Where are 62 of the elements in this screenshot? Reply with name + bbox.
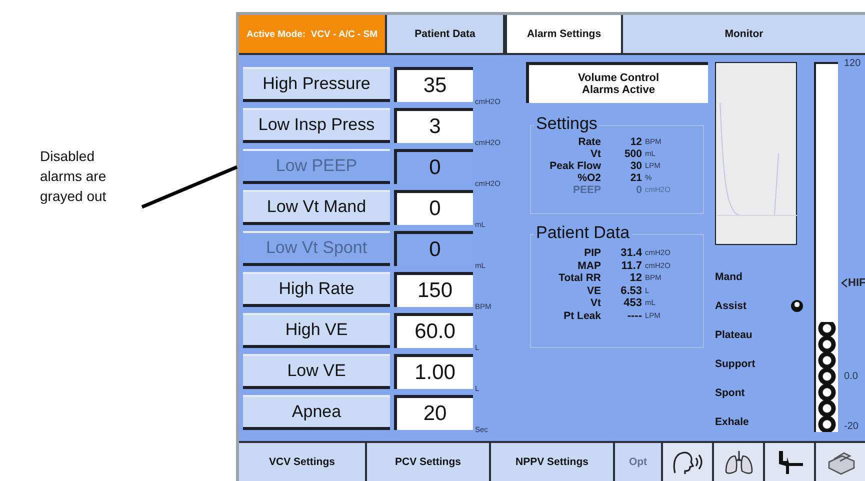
panel-title: Settings (534, 114, 600, 133)
alarm-value-field[interactable]: 60.0 (394, 313, 473, 348)
breath-type-label: Plateau (715, 328, 752, 340)
data-label: Vt (590, 297, 601, 310)
data-value: 11.7 (620, 260, 642, 272)
toolbar-button[interactable] (714, 443, 765, 481)
breath-type-label: Exhale (715, 416, 749, 428)
alarm-value-field[interactable]: 35 (394, 67, 473, 102)
scale-label: -20 (844, 421, 858, 432)
setting-value: 30 (629, 160, 642, 172)
breath-type-label: Spont (715, 386, 745, 398)
settings-tab[interactable]: NPPV Settings (491, 443, 615, 481)
alarm-button[interactable]: Low VE (243, 354, 390, 389)
data-value: 12 (628, 272, 642, 284)
alarm-button[interactable]: High Rate (243, 272, 390, 307)
alarm-value-field[interactable]: 0 (394, 190, 473, 225)
alarm-button[interactable]: Low Insp Press (243, 108, 390, 143)
scale-label: 120 (844, 58, 861, 69)
setting-value: 0 (635, 184, 642, 196)
toolbar-button[interactable] (663, 443, 714, 481)
data-label: Pt Leak (562, 310, 601, 322)
setting-label: PEEP (572, 184, 601, 196)
settings-tab[interactable]: VCV Settings (239, 443, 367, 481)
data-value: 6.53 (620, 284, 642, 297)
alarm-button[interactable]: Apnea (243, 395, 390, 430)
data-label: PIP (583, 247, 601, 260)
toolbar-button[interactable] (765, 443, 816, 481)
breath-type-label: Assist (715, 300, 747, 312)
setting-label: Rate (577, 136, 601, 148)
head-sound-icon (670, 449, 704, 475)
alarm-value-field[interactable]: 1.00 (394, 354, 473, 389)
setting-label: Vt (590, 148, 601, 160)
data-value: 31.4 (620, 247, 642, 260)
callout-text: Disabled alarms are grayed out (40, 147, 108, 206)
data-value: ---- (626, 310, 642, 322)
data-label: MAP (576, 260, 601, 272)
alarm-button[interactable]: Low Vt Mand (243, 190, 390, 225)
data-label: Total RR (558, 272, 601, 284)
settings-tab[interactable]: PCV Settings (367, 443, 491, 481)
alarm-value-field[interactable]: 150 (394, 272, 473, 307)
alarm-value-field[interactable]: 20 (394, 395, 473, 430)
setting-value: 500 (623, 148, 642, 160)
data-value: 453 (622, 297, 642, 310)
data-label: VE (586, 284, 601, 297)
breath-type-label: Support (715, 358, 756, 370)
setting-value: 21 (629, 172, 642, 184)
tab[interactable]: Monitor (623, 15, 865, 53)
setting-label: Peak Flow (548, 160, 601, 172)
toolbar-button[interactable] (816, 443, 865, 481)
alarm-button[interactable]: High Pressure (243, 67, 390, 102)
setting-value: 12 (629, 136, 642, 148)
breath-type-label: Mand (715, 270, 742, 282)
marker-label: HIF (848, 277, 865, 289)
scale-label: 0.0 (844, 371, 858, 382)
alarm-value-field[interactable]: 3 (394, 108, 473, 143)
tab[interactable]: Patient Data (387, 15, 505, 53)
lungs-icon (724, 449, 754, 475)
setting-label: %O2 (576, 172, 601, 184)
tab[interactable]: Alarm Settings (505, 15, 623, 53)
alarm-button[interactable]: High VE (243, 313, 390, 348)
status-box: Volume Control Alarms Active (526, 62, 708, 103)
active-mode-banner: Active Mode: VCV - A/C - SM (239, 15, 387, 53)
